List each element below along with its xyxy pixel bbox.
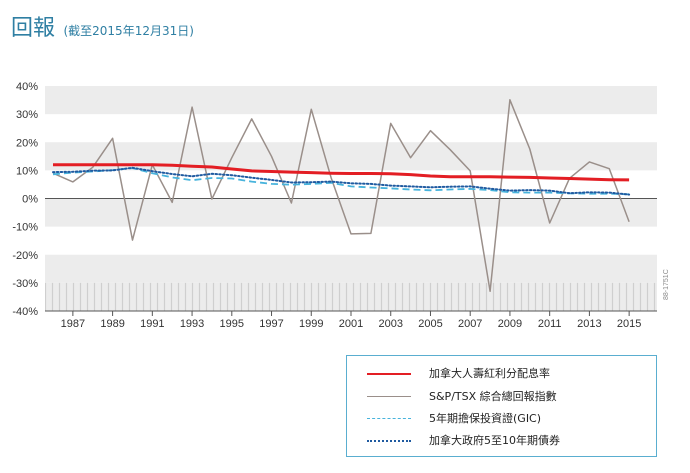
y-tick-label: -30% (12, 278, 38, 290)
x-tick-label: 2009 (498, 318, 522, 330)
x-tick-label: 1999 (299, 318, 323, 330)
x-tick-label: 1989 (100, 318, 124, 330)
y-tick-label: 40% (16, 81, 38, 93)
x-tick-label: 1987 (61, 318, 85, 330)
series-line-3 (52, 166, 631, 196)
legend-label-dividend: 加拿大人壽紅利分配息率 (429, 367, 550, 380)
y-tick-label: 30% (16, 109, 38, 121)
x-tick-label: 2011 (538, 318, 562, 330)
legend-swatch-bond (367, 440, 411, 442)
legend-swatch-dividend (367, 373, 411, 375)
y-tick-label: -10% (12, 222, 38, 234)
grid-band-hatched (45, 282, 657, 311)
chart-legend: 加拿大人壽紅利分配息率 S&P/TSX 綜合總回報指數 5年期擔保投資證(GIC… (346, 355, 657, 457)
legend-label-bond: 加拿大政府5至10年期債券 (429, 434, 560, 447)
x-tick-label: 1995 (220, 318, 244, 330)
grid-band-0 (45, 86, 657, 115)
legend-label-gic: 5年期擔保投資證(GIC) (429, 412, 542, 425)
y-tick-label: 0% (22, 194, 38, 206)
x-tick-label: 2007 (458, 318, 482, 330)
x-tick-label: 2001 (339, 318, 363, 330)
legend-swatch-gic (367, 418, 411, 419)
x-tick-label: 1997 (259, 318, 283, 330)
y-tick-label: -40% (12, 306, 38, 318)
grid-band-3 (45, 254, 657, 283)
x-tick-label: 1991 (140, 318, 164, 330)
legend-swatch-tsx (367, 396, 411, 397)
x-tick-label: 2013 (577, 318, 601, 330)
x-tick-label: 2005 (418, 318, 442, 330)
footnote-code: 88-1751C (663, 269, 670, 300)
x-tick-label: 2015 (617, 318, 641, 330)
y-tick-label: 10% (16, 165, 38, 177)
legend-label-tsx: S&P/TSX 綜合總回報指數 (429, 390, 557, 403)
x-tick-label: 2003 (378, 318, 402, 330)
y-tick-label: -20% (12, 250, 38, 262)
y-tick-label: 20% (16, 137, 38, 149)
x-tick-label: 1993 (180, 318, 204, 330)
